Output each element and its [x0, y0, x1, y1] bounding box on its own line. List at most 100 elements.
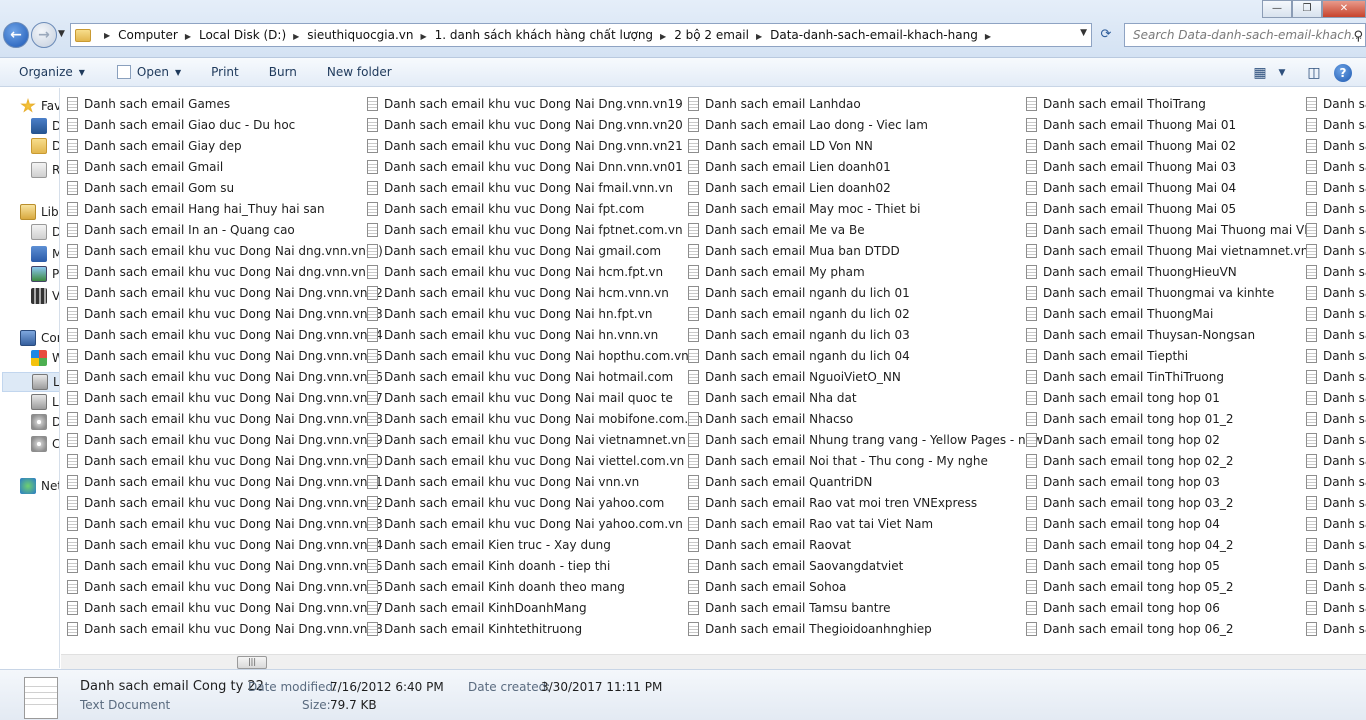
- file-item[interactable]: Danh sach email ThoiTrang: [1026, 93, 1206, 114]
- file-item[interactable]: Danh sach email Thuong Mai vietnamnet.vn: [1026, 240, 1308, 261]
- file-item[interactable]: Danh sach email tong hop 06: [1026, 597, 1220, 618]
- file-item[interactable]: Danh sach email Thuong Mai Thuong mai VN: [1026, 219, 1313, 240]
- file-item[interactable]: Danh sach email My pham: [688, 261, 865, 282]
- nav-item[interactable]: Pictures: [31, 264, 59, 284]
- file-item[interactable]: Danh sach email khu vuc Dong Nai hn.vnn.…: [367, 324, 658, 345]
- file-item[interactable]: Danh sac: [1306, 534, 1366, 555]
- file-item[interactable]: Danh sach email tong hop 02: [1026, 429, 1220, 450]
- file-item[interactable]: Danh sach email Games: [67, 93, 230, 114]
- file-item[interactable]: Danh sach email Thuongmai va kinhte: [1026, 282, 1274, 303]
- file-list[interactable]: Danh sach email Games Danh sach email Gia…: [61, 88, 1366, 654]
- file-item[interactable]: Danh sac: [1306, 576, 1366, 597]
- file-item[interactable]: Danh sach email Mua ban DTDD: [688, 240, 900, 261]
- print-button[interactable]: Print: [193, 65, 251, 79]
- file-item[interactable]: Danh sac: [1306, 513, 1366, 534]
- file-item[interactable]: Danh sach email khu vuc Dong Nai gmail.c…: [367, 240, 661, 261]
- file-item[interactable]: Danh sach email khu vuc Dong Nai fpt.com: [367, 198, 644, 219]
- file-item[interactable]: Danh sac: [1306, 261, 1366, 282]
- file-item[interactable]: Danh sach email khu vuc Dong Nai hotmail…: [367, 366, 673, 387]
- nav-item[interactable]: Favorites: [20, 96, 59, 116]
- file-item[interactable]: Danh sach email khu vuc Dong Nai Dng.vnn…: [67, 387, 383, 408]
- file-item[interactable]: Danh sach email Thuong Mai 02: [1026, 135, 1236, 156]
- file-item[interactable]: Danh sac: [1306, 429, 1366, 450]
- chevron-right-icon[interactable]: ▶: [660, 32, 666, 41]
- organize-button[interactable]: Organize ▼: [0, 65, 97, 79]
- file-item[interactable]: Danh sach email khu vuc Dong Nai Dng.vnn…: [67, 534, 383, 555]
- file-item[interactable]: Danh sach email nganh du lich 02: [688, 303, 910, 324]
- refresh-button[interactable]: ⟳: [1096, 25, 1116, 45]
- file-item[interactable]: Danh sach email tong hop 04_2: [1026, 534, 1234, 555]
- forward-button[interactable]: →: [31, 22, 57, 48]
- file-item[interactable]: Danh sac: [1306, 555, 1366, 576]
- file-item[interactable]: Danh sach email khu vuc Dong Nai viettel…: [367, 450, 684, 471]
- file-item[interactable]: Danh sach email Giay dep: [67, 135, 242, 156]
- file-item[interactable]: Danh sach email tong hop 06_2: [1026, 618, 1234, 639]
- file-item[interactable]: Danh sach email Giao duc - Du hoc: [67, 114, 295, 135]
- chevron-right-icon[interactable]: ▶: [756, 32, 762, 41]
- file-item[interactable]: Danh sach email khu vuc Dong Nai Dng.vnn…: [67, 345, 383, 366]
- file-item[interactable]: Danh sach email khu vuc Dong Nai fmail.v…: [367, 177, 673, 198]
- file-item[interactable]: Danh sach email khu vuc Dong Nai Dng.vnn…: [67, 492, 383, 513]
- file-item[interactable]: Danh sach email QuantriDN: [688, 471, 872, 492]
- file-item[interactable]: Danh sach email KinhDoanhMang: [367, 597, 587, 618]
- file-item[interactable]: Danh sach email Me va Be: [688, 219, 865, 240]
- file-item[interactable]: Danh sach email Nha dat: [688, 387, 857, 408]
- file-item[interactable]: Danh sac: [1306, 135, 1366, 156]
- file-item[interactable]: Danh sach email tong hop 01: [1026, 387, 1220, 408]
- file-item[interactable]: Danh sach email Thuong Mai 04: [1026, 177, 1236, 198]
- nav-item[interactable]: Desktop: [31, 116, 59, 136]
- file-item[interactable]: Danh sach email Sohoa: [688, 576, 846, 597]
- nav-item[interactable]: Local Disk (D:): [2, 372, 59, 392]
- file-item[interactable]: Danh sach email khu vuc Dong Nai hcm.vnn…: [367, 282, 669, 303]
- breadcrumb-item[interactable]: sieuthiquocgia.vn: [307, 28, 413, 42]
- new-folder-button[interactable]: New folder: [309, 65, 404, 79]
- file-item[interactable]: Danh sach email Kinh doanh theo mang: [367, 576, 625, 597]
- file-item[interactable]: Danh sach email ThuongHieuVN: [1026, 261, 1237, 282]
- file-item[interactable]: Danh sac: [1306, 492, 1366, 513]
- back-button[interactable]: ←: [3, 22, 29, 48]
- file-item[interactable]: Danh sach email Thegioidoanhnghiep: [688, 618, 932, 639]
- file-item[interactable]: Danh sach email Thuong Mai 03: [1026, 156, 1236, 177]
- file-item[interactable]: Danh sach email khu vuc Dong Nai vnn.vn: [367, 471, 639, 492]
- scrollbar-thumb[interactable]: |||: [237, 656, 267, 669]
- chevron-right-icon[interactable]: ▶: [104, 31, 110, 40]
- file-item[interactable]: Danh sac: [1306, 198, 1366, 219]
- file-item[interactable]: Danh sach email nganh du lich 03: [688, 324, 910, 345]
- file-item[interactable]: Danh sac: [1306, 324, 1366, 345]
- file-item[interactable]: Danh sach email tong hop 01_2: [1026, 408, 1234, 429]
- breadcrumb-item[interactable]: Local Disk (D:): [199, 28, 286, 42]
- nav-item[interactable]: Downloads: [31, 136, 59, 156]
- file-item[interactable]: Danh sach email Nhung trang vang - Yello…: [688, 429, 1043, 450]
- file-item[interactable]: Danh sac: [1306, 387, 1366, 408]
- file-item[interactable]: Danh sach email khu vuc Dong Nai dng.vnn…: [67, 240, 383, 261]
- file-item[interactable]: Danh sach email Kien truc - Xay dung: [367, 534, 611, 555]
- search-input[interactable]: Search Data-danh-sach-email-khach... ⚲: [1124, 23, 1366, 47]
- file-item[interactable]: Danh sac: [1306, 471, 1366, 492]
- file-item[interactable]: Danh sac: [1306, 345, 1366, 366]
- file-item[interactable]: Danh sach email Thuysan-Nongsan: [1026, 324, 1255, 345]
- file-item[interactable]: Danh sach email May moc - Thiet bi: [688, 198, 920, 219]
- file-item[interactable]: Danh sach email khu vuc Dong Nai Dng.vnn…: [67, 618, 383, 639]
- file-item[interactable]: Danh sach email Gmail: [67, 156, 223, 177]
- file-item[interactable]: Danh sach email khu vuc Dong Nai hcm.fpt…: [367, 261, 663, 282]
- nav-item[interactable]: Windows (C:): [31, 348, 59, 368]
- nav-item[interactable]: CD Drive: [31, 434, 59, 454]
- nav-item[interactable]: DVD Drive: [31, 412, 59, 432]
- search-icon[interactable]: ⚲: [1353, 26, 1363, 46]
- recent-pages-dropdown[interactable]: ▼: [58, 29, 65, 39]
- file-item[interactable]: Danh sac: [1306, 114, 1366, 135]
- file-item[interactable]: Danh sach email nganh du lich 01: [688, 282, 910, 303]
- file-item[interactable]: Danh sach email Kinhtethitruong: [367, 618, 582, 639]
- file-item[interactable]: Danh sach email khu vuc Dong Nai Dng.vnn…: [67, 282, 383, 303]
- open-button[interactable]: Open ▼: [97, 65, 193, 79]
- chevron-right-icon[interactable]: ▶: [185, 32, 191, 41]
- file-item[interactable]: Danh sac: [1306, 450, 1366, 471]
- address-dropdown-button[interactable]: ▼: [1080, 28, 1087, 38]
- file-item[interactable]: Danh sac: [1306, 282, 1366, 303]
- file-item[interactable]: Danh sach email khu vuc Dong Nai Dnn.vnn…: [367, 156, 683, 177]
- view-options-icon[interactable]: ▦: [1246, 65, 1274, 81]
- file-item[interactable]: Danh sach email ThuongMai: [1026, 303, 1213, 324]
- file-item[interactable]: Danh sach email Lao dong - Viec lam: [688, 114, 928, 135]
- file-item[interactable]: Danh sach email tong hop 04: [1026, 513, 1220, 534]
- file-item[interactable]: Danh sach email Thuong Mai 05: [1026, 198, 1236, 219]
